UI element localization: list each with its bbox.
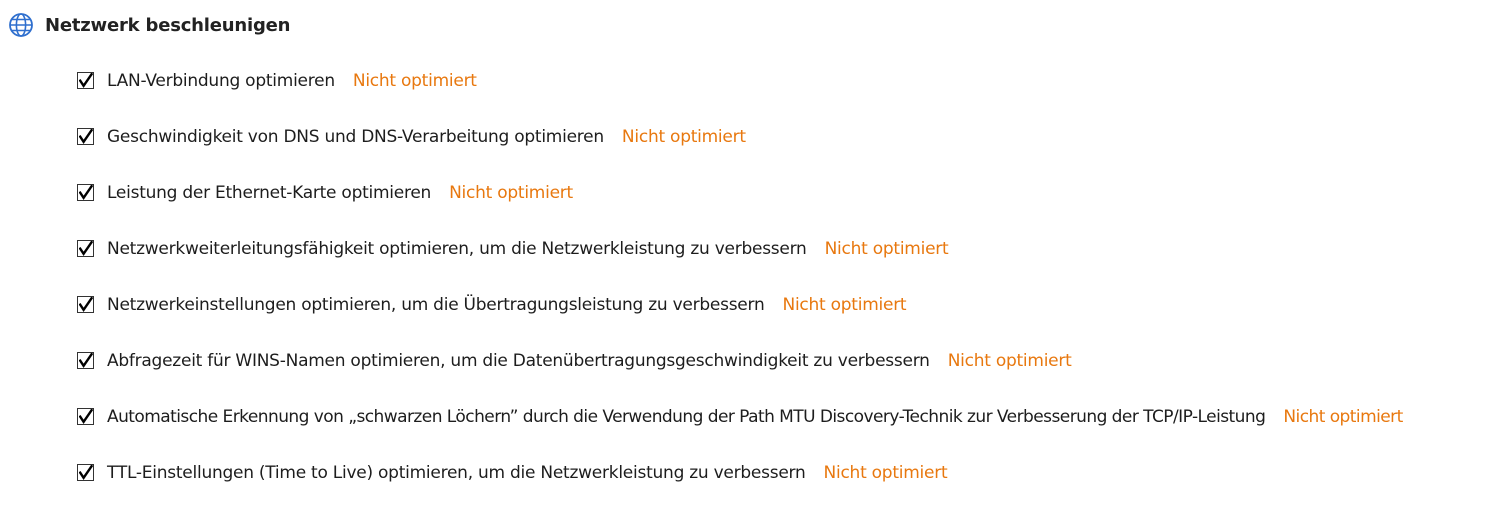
option-status: Nicht optimiert [947, 351, 1072, 371]
option-checkbox[interactable] [77, 128, 94, 145]
option-checkbox[interactable] [77, 72, 94, 89]
option-row: LAN-Verbindung optimieren Nicht optimier… [77, 66, 1492, 122]
option-label: Leistung der Ethernet-Karte optimieren [107, 183, 432, 203]
option-status: Nicht optimiert [824, 239, 949, 259]
option-checkbox[interactable] [77, 240, 94, 257]
optimization-list: LAN-Verbindung optimieren Nicht optimier… [77, 66, 1492, 514]
option-label: Geschwindigkeit von DNS und DNS-Verarbei… [107, 127, 604, 147]
option-row: TTL-Einstellungen (Time to Live) optimie… [77, 458, 1492, 514]
option-status: Nicht optimiert [823, 463, 948, 483]
option-label: TTL-Einstellungen (Time to Live) optimie… [107, 463, 806, 483]
globe-icon [8, 12, 34, 38]
option-checkbox[interactable] [77, 408, 94, 425]
option-row: Automatische Erkennung von „schwarzen Lö… [77, 402, 1492, 458]
option-label: Abfragezeit für WINS-Namen optimieren, u… [107, 351, 930, 371]
option-row: Netzwerkeinstellungen optimieren, um die… [77, 290, 1492, 346]
option-status: Nicht optimiert [621, 127, 746, 147]
option-checkbox[interactable] [77, 296, 94, 313]
option-label: Netzwerkweiterleitungsfähigkeit optimier… [107, 239, 807, 259]
option-checkbox[interactable] [77, 352, 94, 369]
option-checkbox[interactable] [77, 464, 94, 481]
option-row: Leistung der Ethernet-Karte optimieren N… [77, 178, 1492, 234]
option-status: Nicht optimiert [1283, 407, 1403, 427]
option-status: Nicht optimiert [352, 71, 477, 91]
option-label: Automatische Erkennung von „schwarzen Lö… [107, 407, 1266, 427]
option-row: Geschwindigkeit von DNS und DNS-Verarbei… [77, 122, 1492, 178]
option-checkbox[interactable] [77, 184, 94, 201]
option-label: LAN-Verbindung optimieren [107, 71, 335, 91]
option-status: Nicht optimiert [782, 295, 907, 315]
option-row: Netzwerkweiterleitungsfähigkeit optimier… [77, 234, 1492, 290]
option-row: Abfragezeit für WINS-Namen optimieren, u… [77, 346, 1492, 402]
option-status: Nicht optimiert [449, 183, 573, 203]
option-label: Netzwerkeinstellungen optimieren, um die… [107, 295, 765, 315]
section-title: Netzwerk beschleunigen [45, 14, 291, 36]
section-header: Netzwerk beschleunigen [8, 11, 290, 39]
